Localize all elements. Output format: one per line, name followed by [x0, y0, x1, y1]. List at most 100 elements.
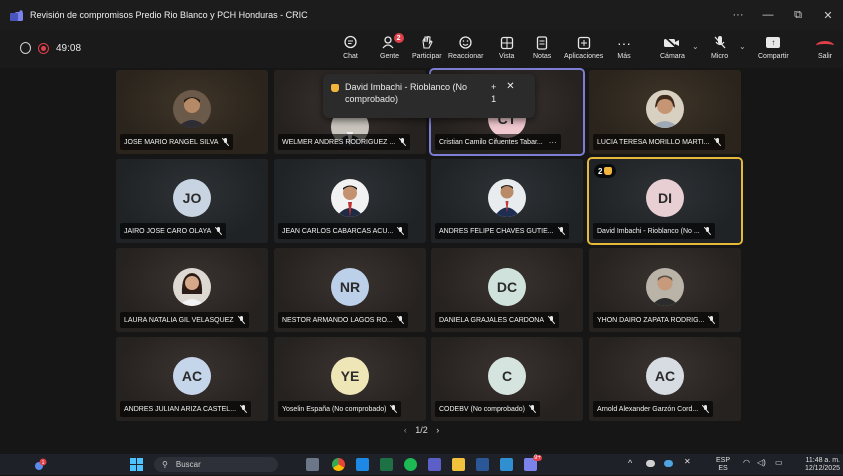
raise-hand-icon	[420, 33, 434, 52]
word-icon[interactable]	[476, 458, 489, 471]
wifi-icon[interactable]: ◠	[743, 459, 750, 467]
mic-button[interactable]: Micro	[711, 33, 728, 60]
mic-off-icon	[238, 316, 245, 324]
mic-off-icon	[714, 138, 721, 146]
participant-tile[interactable]: AC ANDRES JULIAN ARIZA CASTEL...	[116, 337, 268, 421]
mic-label: Micro	[711, 53, 729, 60]
restore-button[interactable]: ⧉	[783, 0, 813, 30]
notifications-icon[interactable]: 1	[34, 458, 47, 471]
participant-more-icon[interactable]: ···	[549, 138, 557, 147]
participant-nameplate: ANDRES FELIPE CHAVES GUTIE...	[435, 223, 569, 239]
meeting-status: 49:08	[20, 42, 81, 54]
participant-nameplate: DANIELA GRAJALES CARDONA	[435, 312, 560, 328]
view-label: Vista	[499, 53, 515, 60]
grid-icon	[500, 33, 514, 52]
participant-tile[interactable]: LUCIA TERESA MORILLO MARTI...	[589, 70, 741, 154]
page-navigator: ‹ 1/2 ›	[0, 425, 843, 435]
teams-meeting-icon[interactable]: 9+	[524, 455, 542, 471]
raise-hand-button[interactable]: Participar	[412, 33, 442, 60]
hang-up-icon	[816, 41, 834, 50]
teams-icon[interactable]	[428, 458, 441, 471]
prev-page-button[interactable]: ‹	[404, 425, 407, 435]
participant-photo	[173, 268, 211, 306]
chrome-icon[interactable]	[332, 458, 345, 471]
participant-nameplate: WELMER ANDRES RODRIGUEZ ...	[278, 134, 411, 150]
show-hidden-icons-chevron-icon[interactable]: ^	[628, 459, 632, 468]
participant-avatar: JO	[173, 179, 211, 217]
mic-off-icon	[713, 33, 727, 52]
camera-options-chevron-icon[interactable]: ⌄	[692, 42, 699, 51]
participant-name: NESTOR ARMANDO LAGOS RO...	[282, 316, 393, 324]
notes-button[interactable]: Notas	[533, 33, 551, 60]
participant-tile[interactable]: ANDRES FELIPE CHAVES GUTIE...	[431, 159, 583, 243]
apps-button[interactable]: Aplicaciones	[564, 33, 603, 60]
participant-avatar: C	[488, 357, 526, 395]
search-icon: ⚲	[162, 460, 168, 469]
mic-muted-tray-icon[interactable]: ✕	[684, 458, 691, 466]
mic-off-icon	[704, 227, 711, 235]
participant-name: DANIELA GRAJALES CARDONA	[439, 316, 545, 324]
react-button[interactable]: Reaccionar	[448, 33, 483, 60]
mic-off-icon	[215, 227, 222, 235]
minimize-button[interactable]: —	[753, 0, 783, 30]
participant-tile[interactable]: JOSE MARIO RANGEL SILVA	[116, 70, 268, 154]
task-view-icon[interactable]	[306, 458, 319, 471]
edge-icon[interactable]	[356, 458, 369, 471]
volume-icon[interactable]: ◁)	[757, 459, 766, 467]
cloud-icon[interactable]	[664, 460, 673, 467]
input-language[interactable]: ESP ES	[716, 457, 730, 473]
spotify-icon[interactable]	[404, 458, 417, 471]
participant-tile[interactable]: YE Yoselin España (No comprobado)	[274, 337, 426, 421]
mail-icon[interactable]	[500, 458, 513, 471]
leave-button[interactable]: Salir	[816, 33, 834, 60]
participant-tile[interactable]: DC DANIELA GRAJALES CARDONA	[431, 248, 583, 332]
raised-hand-notification[interactable]: David Imbachi - Rioblanco (No comprobado…	[323, 74, 535, 118]
shield-icon	[20, 42, 31, 54]
participant-tile[interactable]: JO JAIRO JOSE CARO OLAYA	[116, 159, 268, 243]
file-explorer-icon[interactable]	[452, 458, 465, 471]
excel-icon[interactable]	[380, 458, 393, 471]
participant-tile[interactable]: NR NESTOR ARMANDO LAGOS RO...	[274, 248, 426, 332]
share-button[interactable]: ↑ Compartir	[758, 33, 789, 60]
participant-avatar: AC	[173, 357, 211, 395]
raised-hand-icon	[604, 167, 613, 175]
participant-tile[interactable]: LAURA NATALIA GIL VELASQUEZ	[116, 248, 268, 332]
participant-nameplate: JEAN CARLOS CABARCAS ACU...	[278, 223, 409, 239]
raise-hand-label: Participar	[412, 53, 442, 60]
taskbar-search[interactable]: ⚲ Buscar	[154, 457, 278, 472]
chat-icon	[343, 33, 358, 52]
people-button[interactable]: 2 Gente	[380, 33, 404, 60]
camera-button[interactable]: Cámara	[660, 33, 685, 60]
participant-name: LUCIA TERESA MORILLO MARTI...	[597, 138, 710, 146]
participant-name: JOSE MARIO RANGEL SILVA	[124, 138, 219, 146]
onedrive-icon[interactable]	[646, 460, 655, 467]
mic-off-icon	[708, 316, 715, 324]
clock-time: 11:48 a. m.	[805, 457, 840, 464]
more-button[interactable]: ··· Más	[617, 33, 631, 61]
participant-name: Yoselin España (No comprobado)	[282, 405, 387, 413]
participant-photo	[646, 268, 684, 306]
more-icon: ···	[617, 34, 631, 51]
clock[interactable]: 11:48 a. m. 12/12/2025	[794, 457, 840, 473]
mic-options-chevron-icon[interactable]: ⌄	[739, 42, 746, 51]
close-icon[interactable]: ✕	[506, 81, 514, 111]
windows-start-icon[interactable]	[130, 458, 143, 471]
next-page-button[interactable]: ›	[436, 425, 439, 435]
camera-label: Cámara	[660, 53, 685, 60]
participant-tile-hand-raised[interactable]: 2 DI David Imbachi - Rioblanco (No ...	[587, 157, 743, 245]
participant-photo	[646, 90, 684, 128]
battery-icon[interactable]: ▭	[775, 459, 783, 467]
participant-name: JAIRO JOSE CARO OLAYA	[124, 227, 212, 235]
view-button[interactable]: Vista	[499, 33, 514, 60]
chat-button[interactable]: Chat	[343, 33, 358, 60]
participant-tile[interactable]: AC Arnold Alexander Garzón Cord...	[589, 337, 741, 421]
close-button[interactable]: ✕	[813, 0, 843, 30]
participant-avatar: AC	[646, 357, 684, 395]
apps-label: Aplicaciones	[564, 53, 604, 60]
participant-tile[interactable]: C CODEBV (No comprobado)	[431, 337, 583, 421]
participant-tile[interactable]: JEAN CARLOS CABARCAS ACU...	[274, 159, 426, 243]
participant-tile[interactable]: YHON DAIRO ZAPATA RODRIG...	[589, 248, 741, 332]
mic-off-icon	[529, 405, 536, 413]
window-more-button[interactable]: ···	[723, 0, 753, 30]
recording-icon	[38, 42, 49, 54]
